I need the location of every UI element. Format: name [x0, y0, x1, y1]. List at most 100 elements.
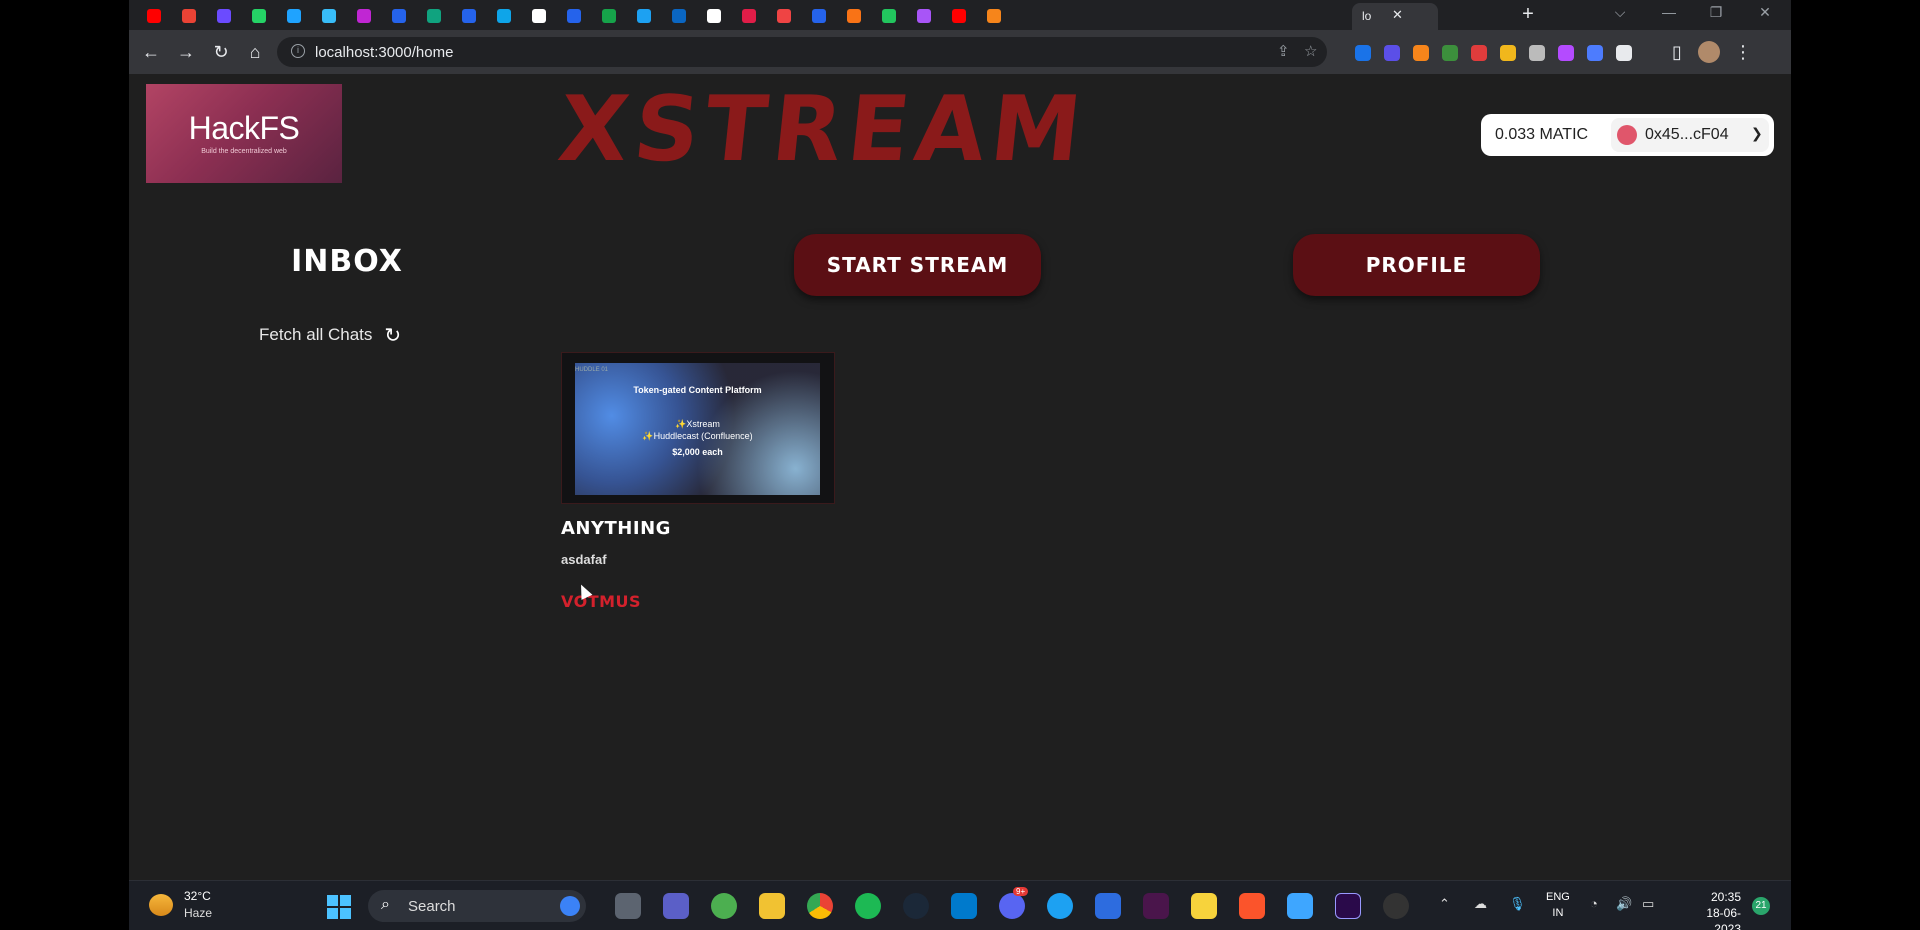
- browser-tab[interactable]: [497, 5, 511, 27]
- extension-icon[interactable]: [1471, 45, 1487, 61]
- browser-tab[interactable]: [427, 5, 441, 27]
- browser-tab[interactable]: [182, 5, 196, 27]
- browser-tab[interactable]: [217, 5, 231, 27]
- wallet-widget[interactable]: 0.033 MATIC 0x45...cF04 ❯: [1481, 114, 1774, 156]
- extension-icon[interactable]: [1558, 45, 1574, 61]
- extension-icon[interactable]: [1413, 45, 1429, 61]
- spotify-icon[interactable]: [855, 893, 881, 919]
- premiere-pro-icon[interactable]: [1335, 893, 1361, 919]
- extension-icon[interactable]: [1500, 45, 1516, 61]
- tab-active[interactable]: lo ✕: [1352, 3, 1438, 30]
- new-tab-button[interactable]: +: [1517, 4, 1539, 26]
- chrome-icon[interactable]: [807, 893, 833, 919]
- profile-avatar[interactable]: [1698, 41, 1720, 63]
- browser-tab[interactable]: [602, 5, 616, 27]
- volume-icon[interactable]: 🔊: [1616, 896, 1632, 912]
- maximize-button[interactable]: ❐: [1706, 4, 1726, 21]
- fetch-all-chats-button[interactable]: Fetch all Chats ↻: [259, 322, 401, 348]
- taskbar-search[interactable]: ⌕ Search: [368, 890, 586, 922]
- browser-tab[interactable]: [847, 5, 861, 27]
- tab-favicon-icon: [287, 9, 301, 23]
- browser-tab[interactable]: [742, 5, 756, 27]
- browser-tab[interactable]: [672, 5, 686, 27]
- extension-icon[interactable]: [1587, 45, 1603, 61]
- site-info-icon[interactable]: i: [291, 44, 305, 58]
- tab-close-icon[interactable]: ✕: [1392, 7, 1403, 23]
- wallet-address: 0x45...cF04: [1645, 126, 1729, 143]
- tab-search-icon[interactable]: ⌵: [1610, 4, 1630, 21]
- microphone-icon[interactable]: 🎙: [1509, 896, 1526, 912]
- close-window-button[interactable]: ✕: [1755, 4, 1775, 21]
- notepad-icon[interactable]: [1287, 893, 1313, 919]
- browser-tab[interactable]: [882, 5, 896, 27]
- tray-chevron-up-icon[interactable]: ⌃: [1439, 896, 1450, 912]
- extension-icon[interactable]: [1442, 45, 1458, 61]
- bookmark-star-icon[interactable]: ☆: [1304, 42, 1317, 60]
- browser-tab[interactable]: [147, 5, 161, 27]
- fetch-chats-label: Fetch all Chats: [259, 325, 373, 344]
- utorrent-icon[interactable]: [711, 893, 737, 919]
- brave-icon[interactable]: [1239, 893, 1265, 919]
- browser-tab[interactable]: [322, 5, 336, 27]
- wallet-account-button[interactable]: 0x45...cF04 ❯: [1611, 118, 1769, 152]
- weather-haze-icon[interactable]: [149, 894, 173, 916]
- notification-badge[interactable]: 21: [1752, 897, 1770, 915]
- refresh-icon[interactable]: ↻: [384, 323, 401, 348]
- weather-condition[interactable]: Haze: [184, 906, 212, 920]
- profile-button[interactable]: PROFILE: [1293, 234, 1540, 296]
- stream-thumbnail[interactable]: HUDDLE 01 Token-gated Content Platform ✨…: [575, 363, 820, 495]
- forward-arrow-icon[interactable]: →: [174, 40, 198, 64]
- wifi-icon[interactable]: ◔: [1590, 896, 1598, 911]
- browser-tab[interactable]: [812, 5, 826, 27]
- browser-tab[interactable]: [392, 5, 406, 27]
- steam-icon[interactable]: [903, 893, 929, 919]
- stocks-icon[interactable]: [1095, 893, 1121, 919]
- browser-tab[interactable]: [462, 5, 476, 27]
- browser-tab[interactable]: [252, 5, 266, 27]
- share-icon[interactable]: ⇪: [1277, 42, 1290, 60]
- bing-icon[interactable]: [560, 896, 580, 916]
- stream-action-link[interactable]: VOTMUS: [561, 592, 641, 611]
- extension-icon[interactable]: [1529, 45, 1545, 61]
- meet-icon[interactable]: [663, 893, 689, 919]
- browser-tab[interactable]: [567, 5, 581, 27]
- obs-icon[interactable]: [1383, 893, 1409, 919]
- browser-tab[interactable]: [357, 5, 371, 27]
- address-bar[interactable]: i localhost:3000/home ⇪ ☆: [277, 37, 1327, 67]
- discord-icon[interactable]: 9+: [999, 887, 1029, 919]
- address-url[interactable]: localhost:3000/home: [315, 44, 453, 61]
- home-icon[interactable]: ⌂: [243, 40, 267, 64]
- system-clock[interactable]: 20:35 18-06-2023: [1701, 889, 1741, 930]
- windows-start-icon[interactable]: [327, 895, 351, 919]
- inbox-heading: INBOX: [291, 244, 403, 279]
- browser-tab[interactable]: [637, 5, 651, 27]
- browser-tab[interactable]: [287, 5, 301, 27]
- battery-icon[interactable]: ▭: [1642, 896, 1654, 912]
- weather-temperature[interactable]: 32°C: [184, 889, 211, 903]
- extension-icon[interactable]: [1384, 45, 1400, 61]
- tab-favicon-icon: [217, 9, 231, 23]
- slack-icon[interactable]: [1143, 893, 1169, 919]
- extension-icon[interactable]: [1355, 45, 1371, 61]
- reload-icon[interactable]: ↻: [209, 40, 233, 64]
- sidebar-icon[interactable]: ▯: [1665, 40, 1689, 64]
- vscode-icon[interactable]: [951, 893, 977, 919]
- start-stream-button[interactable]: START STREAM: [794, 234, 1041, 296]
- browser-tab[interactable]: [917, 5, 931, 27]
- back-arrow-icon[interactable]: ←: [139, 40, 163, 64]
- menu-kebab-icon[interactable]: ⋮: [1731, 40, 1755, 64]
- browser-tab[interactable]: [777, 5, 791, 27]
- extension-icon[interactable]: [1616, 45, 1632, 61]
- language-indicator[interactable]: ENG IN: [1546, 889, 1570, 921]
- browser-tab[interactable]: [952, 5, 966, 27]
- file-explorer-icon[interactable]: [759, 893, 785, 919]
- browser-tab[interactable]: [707, 5, 721, 27]
- browser-tab[interactable]: [532, 5, 546, 27]
- twitter-icon[interactable]: [1047, 893, 1073, 919]
- browser-tab[interactable]: [987, 5, 1001, 27]
- stream-card[interactable]: HUDDLE 01 Token-gated Content Platform ✨…: [561, 352, 835, 504]
- task-view-icon[interactable]: [615, 893, 641, 919]
- sticky-notes-icon[interactable]: [1191, 893, 1217, 919]
- onedrive-cloud-icon[interactable]: ☁: [1474, 896, 1487, 912]
- minimize-button[interactable]: —: [1659, 4, 1679, 20]
